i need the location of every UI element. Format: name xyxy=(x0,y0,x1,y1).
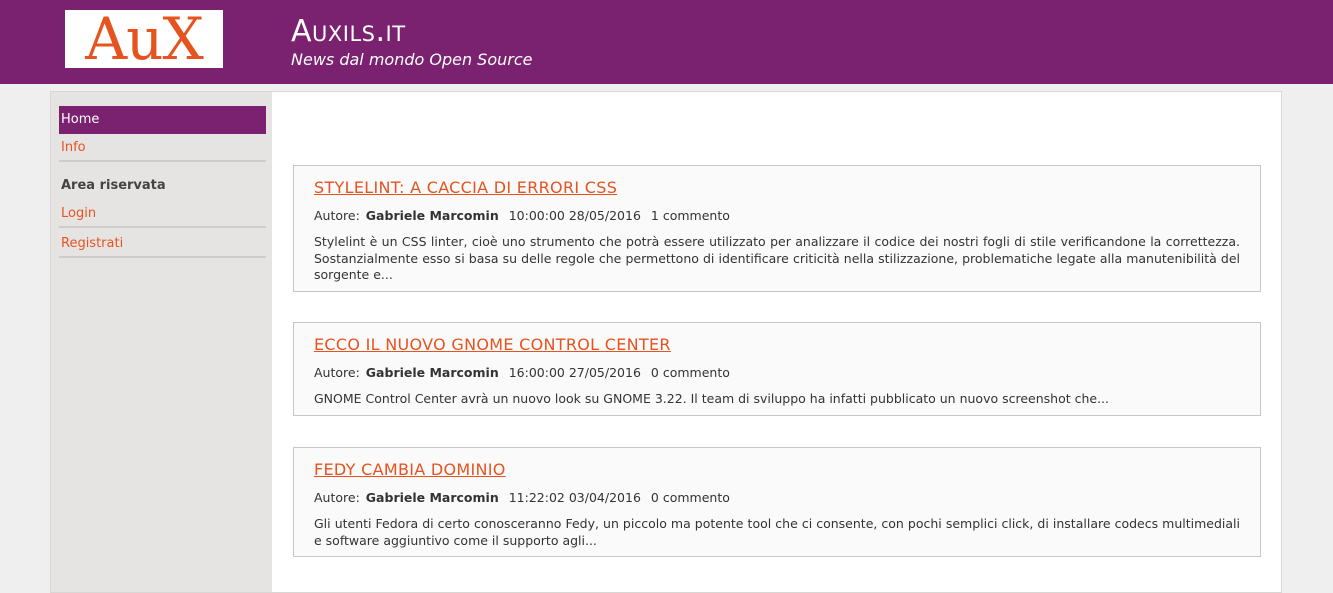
logo-text: AuX xyxy=(85,10,204,68)
post-title-link[interactable]: STYLELINT: A CACCIA DI ERRORI CSS xyxy=(314,178,617,198)
post-card: ECCO IL NUOVO GNOME CONTROL CENTER Autor… xyxy=(293,322,1261,416)
post-meta: Autore: Gabriele Marcomin 11:22:02 03/04/2… xyxy=(314,490,736,506)
main-container: Home Info Area riservata Login Registrat… xyxy=(50,91,1282,593)
sidebar-item-home[interactable]: Home xyxy=(59,106,266,134)
site-subtitle: News dal mondo Open Source xyxy=(291,50,533,69)
post-datetime: 10:00:00 28/05/2016 xyxy=(508,208,641,223)
post-datetime: 11:22:02 03/04/2016 xyxy=(508,490,641,505)
sidebar-item-register[interactable]: Registrati xyxy=(59,230,266,258)
post-title-link[interactable]: FEDY CAMBIA DOMINIO xyxy=(314,460,506,480)
sidebar-heading-reserved: Area riservata xyxy=(61,178,166,193)
post-excerpt: Stylelint è un CSS linter, cioè uno stru… xyxy=(314,234,1240,282)
author-name: Gabriele Marcomin xyxy=(365,365,499,380)
comment-count: 0 commento xyxy=(650,365,730,380)
post-title-link[interactable]: ECCO IL NUOVO GNOME CONTROL CENTER xyxy=(314,335,671,355)
comment-count: 1 commento xyxy=(650,208,730,223)
post-card: FEDY CAMBIA DOMINIO Autore: Gabriele Marc… xyxy=(293,447,1261,557)
post-meta: Autore: Gabriele Marcomin 10:00:00 28/05/2… xyxy=(314,208,736,224)
sidebar-item-login[interactable]: Login xyxy=(59,200,266,228)
author-name: Gabriele Marcomin xyxy=(365,208,499,223)
post-excerpt: GNOME Control Center avrà un nuovo look … xyxy=(314,391,1110,406)
comment-count: 0 commento xyxy=(650,490,730,505)
author-label: Autore: xyxy=(314,208,360,223)
site-title[interactable]: Auxils.it xyxy=(291,14,406,50)
site-logo[interactable]: AuX xyxy=(65,10,223,68)
author-label: Autore: xyxy=(314,365,360,380)
post-meta: Autore: Gabriele Marcomin 16:00:00 27/05/2… xyxy=(314,365,736,381)
sidebar-item-info[interactable]: Info xyxy=(59,134,266,162)
post-card: STYLELINT: A CACCIA DI ERRORI CSS Autore… xyxy=(293,165,1261,292)
sidebar: Home Info Area riservata Login Registrat… xyxy=(51,92,272,592)
post-datetime: 16:00:00 27/05/2016 xyxy=(508,365,641,380)
author-label: Autore: xyxy=(314,490,360,505)
post-excerpt: Gli utenti Fedora di certo conosceranno … xyxy=(314,516,1240,548)
author-name: Gabriele Marcomin xyxy=(365,490,499,505)
site-header: AuX Auxils.it News dal mondo Open Source xyxy=(0,0,1333,84)
